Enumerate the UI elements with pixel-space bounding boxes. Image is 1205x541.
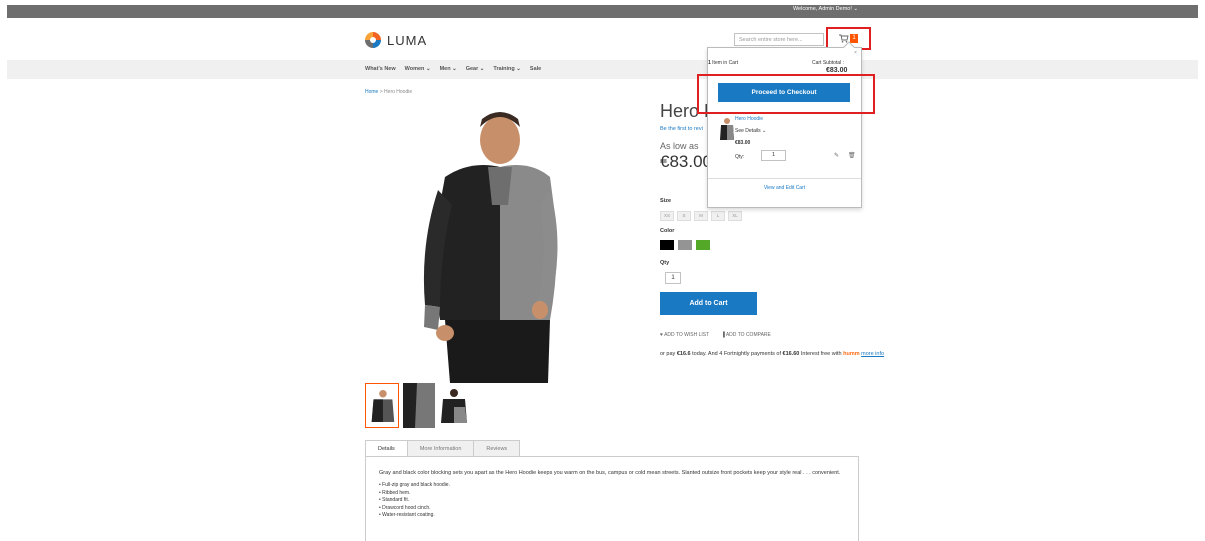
breadcrumb-home[interactable]: Home (365, 89, 378, 95)
feature-list: Full-zip gray and black hoodie. Ribbed h… (379, 482, 845, 520)
checkout-highlight-box (697, 74, 875, 114)
thumbnail-3[interactable] (437, 383, 471, 428)
minicart-subtotal-label: Cart Subtotal : (812, 60, 844, 66)
nav-item-sale[interactable]: Sale (530, 66, 541, 72)
size-options: XS S M L XL (660, 211, 742, 221)
humm-text-2: today. And 4 Fortnightly payments of (692, 351, 781, 357)
size-label: Size (660, 198, 672, 204)
size-option-xs[interactable]: XS (660, 211, 674, 221)
luma-logo[interactable]: LUMA (365, 32, 427, 48)
add-to-cart-button[interactable]: Add to Cart (660, 292, 757, 315)
breadcrumb-separator: > (379, 89, 383, 95)
top-bar: Welcome, Admin Demo! ⌄ (7, 5, 1198, 18)
breadcrumb: Home > Hero Hoodie (365, 89, 412, 95)
nav-bar (7, 60, 1198, 79)
minicart-item-name[interactable]: Hero Hoodie (735, 116, 763, 122)
humm-payment-info: or pay €16.6 today. And 4 Fortnightly pa… (660, 350, 890, 358)
as-low-as-label: As low as (660, 141, 699, 151)
size-option-s[interactable]: S (677, 211, 691, 221)
size-option-xl[interactable]: XL (728, 211, 742, 221)
humm-more-info-link[interactable]: more info (861, 351, 884, 357)
thumbnail-strip (365, 383, 471, 428)
thumbnail-2[interactable] (401, 383, 435, 428)
add-to-wishlist-link[interactable]: ♥ ADD TO WISH LIST (660, 332, 709, 338)
size-option-l[interactable]: L (711, 211, 725, 221)
tab-more-information[interactable]: More Information (406, 440, 475, 456)
nav-item-gear[interactable]: Gear ⌄ (466, 66, 485, 72)
minicart-qty-input[interactable]: 1 (761, 150, 786, 161)
trash-icon[interactable]: 🗑 (848, 152, 856, 159)
nav-item-whats-new[interactable]: What's New (365, 66, 396, 72)
minicart-dropdown: × 1 Item in Cart Cart Subtotal : €83.00 … (707, 41, 862, 208)
color-swatch-black[interactable] (660, 240, 674, 250)
minicart-divider (708, 178, 861, 179)
minicart-subtotal: €83.00 (826, 67, 848, 74)
size-option-m[interactable]: M (694, 211, 708, 221)
feature-item: Ribbed hem. (379, 490, 845, 498)
close-icon[interactable]: × (854, 50, 857, 56)
humm-text-3: Interest free with (800, 351, 842, 357)
color-swatch-gray[interactable] (678, 240, 692, 250)
feature-item: Water-resistant coating. (379, 512, 845, 520)
review-link[interactable]: Be the first to revi (660, 126, 703, 132)
add-to-compare-link[interactable]: ▐ ADD TO COMPARE (721, 332, 771, 338)
color-options (660, 240, 710, 250)
minicart-count-label: Item in Cart (712, 60, 739, 66)
minicart-qty-label: Qty: (735, 154, 745, 160)
color-swatch-green[interactable] (696, 240, 710, 250)
tab-details[interactable]: Details (365, 440, 408, 456)
main-nav: What's New Women ⌄ Men ⌄ Gear ⌄ Training… (365, 66, 541, 72)
humm-amount-2: €16.60 (782, 351, 800, 357)
qty-input[interactable]: 1 (665, 272, 681, 284)
humm-amount-1: €16.6 (676, 351, 691, 357)
qty-label: Qty (660, 260, 670, 266)
minicart-count-number: 1 (708, 60, 711, 66)
color-label: Color (660, 228, 675, 234)
feature-item: Full-zip gray and black hoodie. (379, 482, 845, 490)
feature-item: Drawcord hood cinch. (379, 505, 845, 513)
product-price: €83.00 (660, 152, 712, 171)
product-main-image[interactable] (400, 105, 560, 383)
search-input[interactable]: Search entire store here... (734, 33, 824, 46)
see-details-toggle[interactable]: See Details ⌄ (735, 128, 766, 134)
product-tabs: Details More Information Reviews (365, 440, 521, 456)
logo-text: LUMA (387, 32, 428, 48)
tab-reviews[interactable]: Reviews (473, 440, 521, 456)
edit-icon[interactable]: ✎ (834, 152, 839, 159)
feature-item: Standard fit. (379, 497, 845, 505)
humm-logo: humm (843, 351, 860, 357)
nav-item-training[interactable]: Training ⌄ (493, 66, 521, 72)
nav-item-women[interactable]: Women ⌄ (405, 66, 431, 72)
welcome-message[interactable]: Welcome, Admin Demo! ⌄ (793, 6, 858, 12)
product-actions: ♥ ADD TO WISH LIST ▐ ADD TO COMPARE (660, 332, 771, 338)
nav-item-men[interactable]: Men ⌄ (440, 66, 457, 72)
luma-logo-icon (365, 32, 381, 48)
breadcrumb-current: Hero Hoodie (384, 89, 413, 95)
minicart-item-image[interactable] (719, 116, 735, 144)
thumbnail-1[interactable] (365, 383, 399, 428)
details-panel: Gray and black color blocking sets you a… (365, 456, 859, 541)
humm-text-1: or pay (660, 351, 676, 357)
product-description: Gray and black color blocking sets you a… (379, 470, 841, 476)
minicart-item-price: €83.00 (735, 140, 751, 146)
minicart-item-count: 1 Item in Cart (708, 60, 738, 66)
view-and-edit-cart-link[interactable]: View and Edit Cart (708, 185, 861, 191)
